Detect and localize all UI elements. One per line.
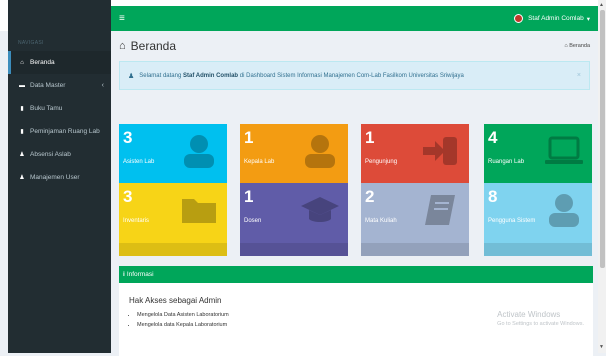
book-icon: ▮ — [20, 106, 24, 112]
watermark-title: Activate Windows — [497, 310, 561, 319]
graduation-cap-icon — [301, 197, 339, 222]
user-menu[interactable]: Staf Admin Comlab ▾ — [514, 14, 590, 23]
stat-value: 4 — [488, 128, 498, 147]
close-icon[interactable]: × — [577, 72, 581, 79]
sidebar-item-buku-tamu[interactable]: ▮ Buku Tamu — [8, 97, 111, 120]
info-heading: Hak Akses sebagai Admin — [129, 296, 222, 305]
sidebar-item-label: Buku Tamu — [30, 105, 63, 112]
stat-footer[interactable] — [361, 243, 469, 256]
avatar — [514, 14, 524, 23]
laptop-icon — [545, 136, 583, 164]
stat-value: 3 — [123, 187, 133, 206]
sidebar-logo-area — [8, 0, 111, 31]
stat-footer[interactable] — [240, 243, 348, 256]
stat-label: Pengunjung — [365, 159, 398, 165]
chevron-down-icon: ▾ — [586, 15, 590, 23]
breadcrumb-item[interactable]: Beranda — [569, 43, 590, 49]
stat-box-mata-kuliah[interactable]: 2 Mata Kuliah — [361, 183, 469, 256]
activation-watermark: Activate Windows Go to Settings to activ… — [497, 310, 584, 327]
stat-label: Mata Kuliah — [365, 218, 397, 224]
stat-value: 3 — [123, 128, 133, 147]
stat-value: 8 — [488, 187, 498, 206]
stat-box-inventaris[interactable]: 3 Inventaris — [119, 183, 227, 256]
page-title-text: Beranda — [130, 39, 177, 53]
user-icon — [184, 135, 214, 168]
info-icon: i — [123, 271, 125, 278]
alert-user: Staf Admin Comlab — [182, 72, 239, 79]
sidebar-item-beranda[interactable]: ⌂ Beranda — [8, 51, 111, 74]
sidebar-item-label: Manajemen User — [30, 174, 80, 181]
book-icon — [425, 195, 455, 225]
user-icon: ♟ — [128, 72, 135, 80]
stat-label: Asisten Lab — [123, 159, 155, 165]
stat-footer[interactable] — [119, 243, 227, 256]
stat-value: 1 — [244, 128, 254, 147]
hamburger-icon[interactable]: ≡ — [119, 13, 125, 24]
chevron-left-icon: ‹ — [101, 82, 104, 89]
stat-label: Dosen — [244, 218, 262, 224]
folder-icon — [182, 199, 216, 223]
user-icon — [305, 135, 335, 168]
stat-box-pengguna-sistem[interactable]: 8 Pengguna Sistem — [484, 183, 592, 256]
file-icon: ▮ — [20, 129, 24, 135]
folder-icon: ▬ — [19, 82, 25, 89]
alert-suffix: di Dashboard Sistem Informasi Manajemen … — [238, 72, 464, 79]
sidebar-item-label: Data Master — [30, 82, 66, 89]
page-title: ⌂ Beranda — [119, 39, 176, 53]
stat-label: Ruangan Lab — [488, 159, 525, 165]
stat-label: Pengguna Sistem — [488, 218, 536, 224]
sidebar: NAVIGASI ⌂ Beranda ▬ Data Master ‹ ▮ Buk… — [8, 0, 111, 353]
sidebar-heading: NAVIGASI — [18, 40, 44, 46]
stat-box-dosen[interactable]: 1 Dosen — [240, 183, 348, 256]
page-header: ⌂ Beranda ⌂ Beranda — [111, 31, 598, 55]
stat-footer[interactable] — [484, 243, 592, 256]
sidebar-item-data-master[interactable]: ▬ Data Master ‹ — [8, 74, 111, 97]
sign-in-icon — [423, 137, 457, 165]
stat-label: Kepala Lab — [244, 159, 275, 165]
stat-label: Inventaris — [123, 218, 150, 224]
user-icon — [549, 194, 579, 227]
breadcrumb[interactable]: ⌂ Beranda — [564, 43, 590, 49]
scroll-down-icon[interactable]: ▼ — [599, 344, 604, 350]
alert-prefix: Selamat datang — [139, 72, 183, 79]
scrollbar-thumb[interactable] — [600, 10, 605, 268]
sidebar-item-peminjaman-ruang-lab[interactable]: ▮ Peminjaman Ruang Lab — [8, 120, 111, 143]
sidebar-item-absensi-aslab[interactable]: ♟ Absensi Aslab — [8, 143, 111, 166]
sidebar-item-label: Beranda — [30, 59, 55, 66]
sidebar-item-label: Peminjaman Ruang Lab — [30, 128, 100, 135]
sidebar-item-manajemen-user[interactable]: ♟ Manajemen User — [8, 166, 111, 189]
stat-value: 1 — [365, 128, 375, 147]
home-icon: ⌂ — [20, 59, 24, 66]
stat-value: 1 — [244, 187, 254, 206]
sidebar-item-label: Absensi Aslab — [30, 151, 71, 158]
welcome-alert: ♟ Selamat datang Staf Admin Comlab di Da… — [119, 61, 590, 90]
scroll-up-icon[interactable]: ▲ — [599, 2, 604, 8]
info-panel-header: i Informasi — [119, 266, 593, 283]
user-icon: ♟ — [19, 175, 25, 181]
top-navbar: ≡ Staf Admin Comlab ▾ — [111, 6, 598, 31]
stat-value: 2 — [365, 187, 375, 206]
alert-text: Selamat datang Staf Admin Comlab di Dash… — [139, 73, 464, 79]
watermark-subtitle: Go to Settings to activate Windows. — [497, 321, 584, 327]
user-icon: ♟ — [19, 152, 25, 158]
user-name: Staf Admin Comlab — [528, 15, 584, 22]
info-panel-title: Informasi — [126, 271, 154, 278]
home-icon: ⌂ — [119, 40, 126, 52]
